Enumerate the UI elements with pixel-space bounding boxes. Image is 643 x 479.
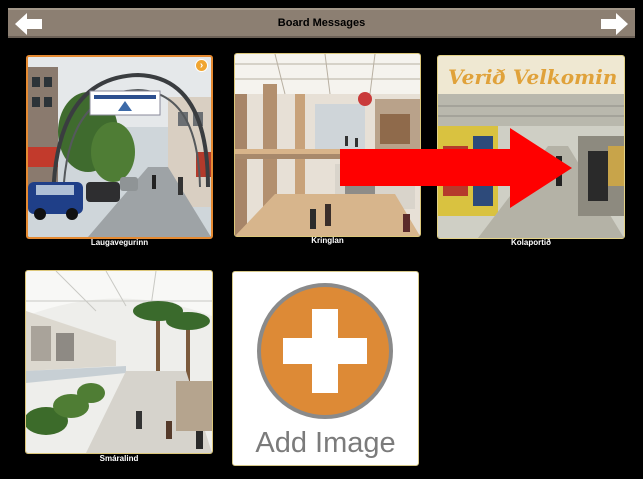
header-bar: Board Messages [8, 8, 635, 38]
tile-caption: Smáralind [99, 454, 139, 463]
tile-laugavegurinn[interactable]: › Laugavegurinn [26, 55, 213, 247]
street-with-arch-photo: › [26, 55, 213, 239]
market-sign-text: Verið Velkomin [448, 65, 617, 89]
add-image-button[interactable]: Add Image [232, 271, 419, 466]
mall-atrium-photo [25, 270, 213, 454]
add-image-label: Add Image [255, 427, 396, 459]
tile-smaralind[interactable]: Smáralind [25, 270, 213, 470]
arrow-right-icon [601, 13, 628, 35]
tile-caption: Laugavegurinn [90, 238, 149, 247]
next-button[interactable] [599, 12, 629, 36]
tile-caption: Kolaportið [511, 238, 551, 247]
plus-icon [257, 283, 393, 419]
red-arrow-icon [340, 128, 572, 208]
arrow-left-icon [15, 13, 42, 35]
previous-button[interactable] [14, 12, 44, 36]
tile-caption: Kringlan [311, 236, 344, 245]
arrow-right-icon: › [195, 59, 208, 72]
page-title: Board Messages [277, 17, 366, 29]
